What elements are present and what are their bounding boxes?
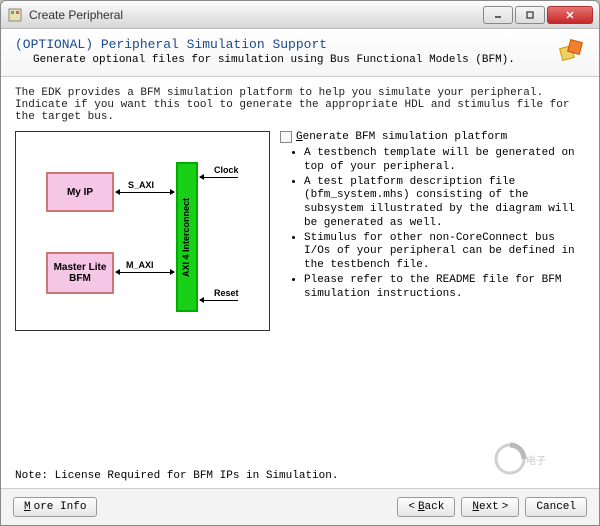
bfm-bullet-list: A testbench template will be generated o…: [304, 147, 585, 301]
maximize-icon: [525, 10, 535, 20]
more-info-button[interactable]: More Info: [13, 497, 97, 517]
options-column: GGenerate BFM simulation platformenerate…: [280, 131, 585, 302]
window-controls: [481, 6, 593, 24]
minimize-button[interactable]: [483, 6, 513, 24]
diagram-block-myip: My IP: [46, 172, 114, 212]
close-button[interactable]: [547, 6, 593, 24]
dialog-window: Create Peripheral (OPTIONAL) Peripheral …: [0, 0, 600, 526]
list-item: Stimulus for other non-CoreConnect bus I…: [304, 232, 585, 273]
generate-bfm-checkbox-row[interactable]: GGenerate BFM simulation platformenerate…: [280, 131, 585, 143]
content-row: My IP Master Lite BFM AXI 4 Interconnect…: [15, 131, 585, 331]
diagram-label-reset: Reset: [214, 288, 239, 298]
cancel-button[interactable]: Cancel: [525, 497, 587, 517]
wizard-body: The EDK provides a BFM simulation platfo…: [1, 77, 599, 488]
minimize-icon: [493, 10, 503, 20]
diagram-block-interconnect: AXI 4 Interconnect: [176, 162, 198, 312]
next-button[interactable]: Next >: [461, 497, 519, 517]
wizard-footer: More Info < Back Next > Cancel: [1, 488, 599, 525]
back-button[interactable]: < Back: [397, 497, 455, 517]
cancel-label: Cancel: [536, 501, 576, 513]
license-note: Note: License Required for BFM IPs in Si…: [15, 458, 585, 482]
diagram-arrow-reset: [200, 300, 238, 301]
more-info-label: ore Info: [34, 501, 87, 513]
wizard-icon: [557, 37, 585, 65]
list-item: A test platform description file (bfm_sy…: [304, 176, 585, 231]
diagram-label-maxi: M_AXI: [126, 260, 154, 270]
list-item: Please refer to the README file for BFM …: [304, 274, 585, 302]
generate-bfm-label: GGenerate BFM simulation platformenerate…: [296, 131, 507, 143]
page-subtitle: Generate optional files for simulation u…: [33, 54, 557, 66]
diagram-arrow-saxi: [116, 192, 174, 193]
diagram-label-saxi: S_AXI: [128, 180, 154, 190]
list-item: A testbench template will be generated o…: [304, 147, 585, 175]
page-title: (OPTIONAL) Peripheral Simulation Support: [15, 37, 557, 52]
diagram-arrow-maxi: [116, 272, 174, 273]
wizard-header: (OPTIONAL) Peripheral Simulation Support…: [1, 29, 599, 77]
diagram-arrow-clock: [200, 177, 238, 178]
close-icon: [565, 10, 575, 20]
titlebar: Create Peripheral: [1, 1, 599, 29]
generate-bfm-checkbox[interactable]: [280, 131, 292, 143]
chevron-left-icon: <: [408, 501, 415, 513]
intro-text: The EDK provides a BFM simulation platfo…: [15, 87, 585, 123]
window-title: Create Peripheral: [29, 8, 481, 22]
chevron-right-icon: >: [502, 501, 509, 513]
bfm-diagram: My IP Master Lite BFM AXI 4 Interconnect…: [15, 131, 270, 331]
app-icon: [7, 7, 23, 23]
diagram-label-clock: Clock: [214, 165, 239, 175]
diagram-block-bfm: Master Lite BFM: [46, 252, 114, 294]
maximize-button[interactable]: [515, 6, 545, 24]
